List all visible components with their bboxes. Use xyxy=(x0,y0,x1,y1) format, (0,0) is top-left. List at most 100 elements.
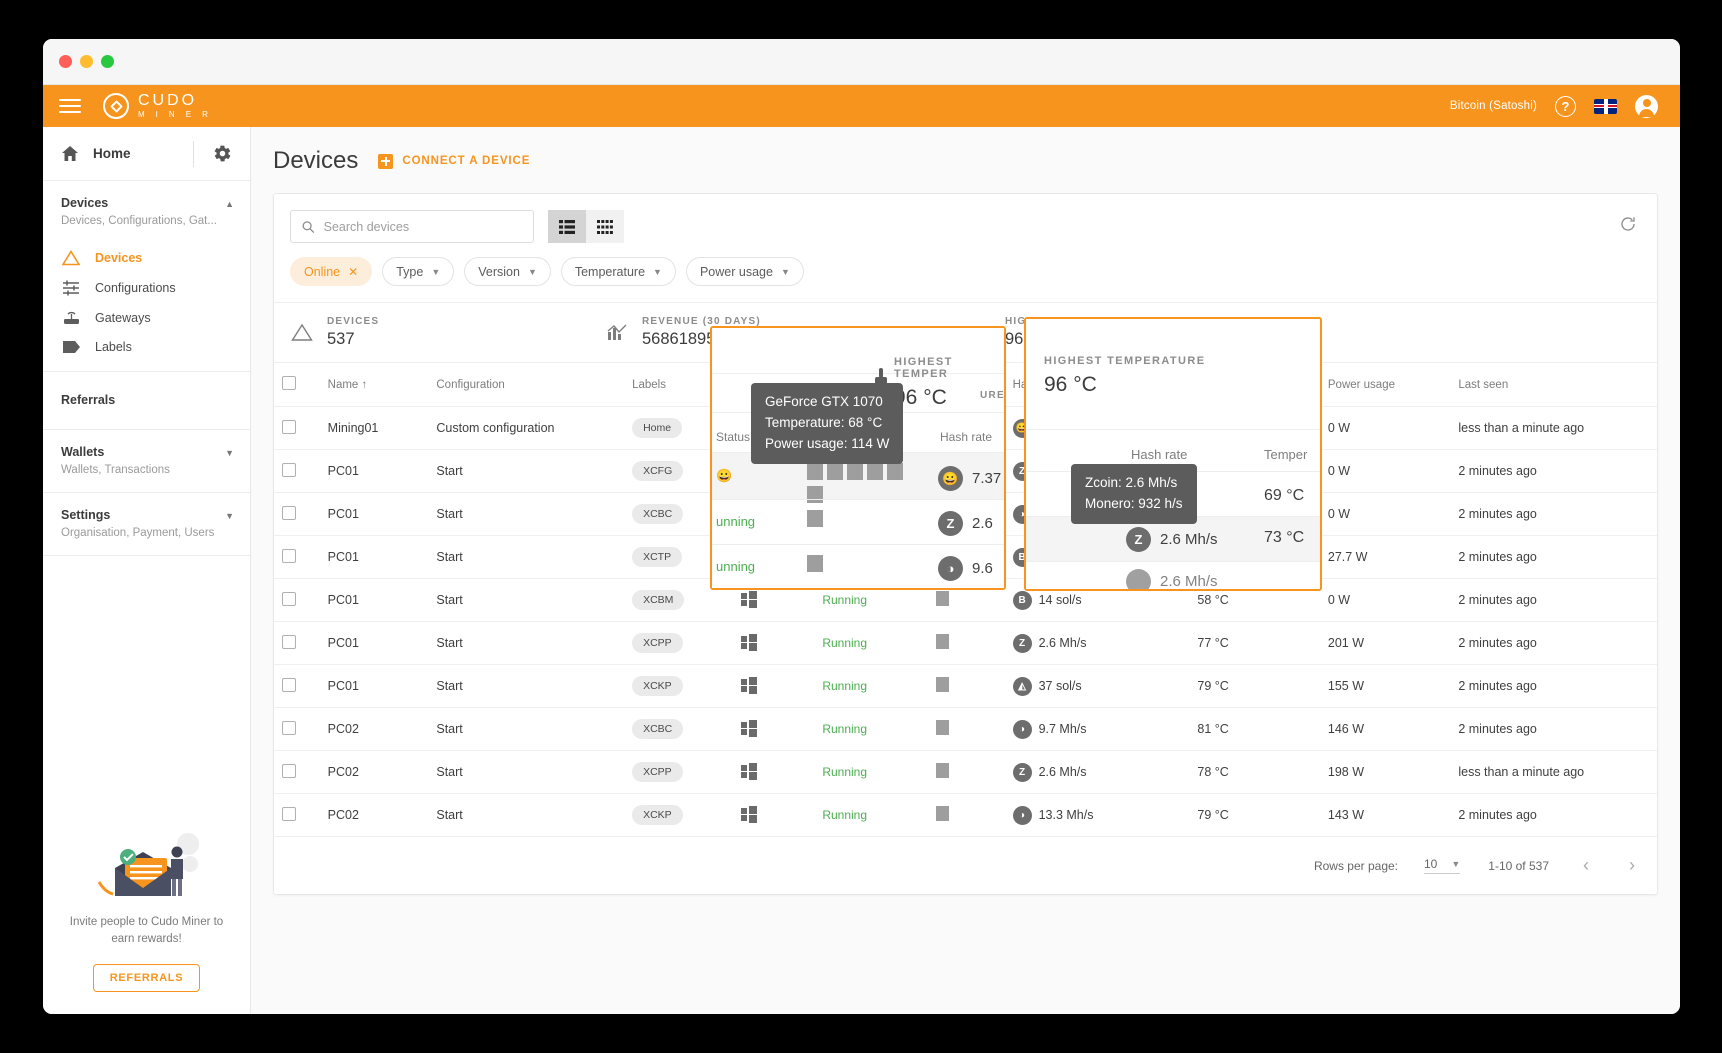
coin-icon: B xyxy=(1013,591,1032,610)
sidebar-referrals-label: Referrals xyxy=(61,392,232,409)
plus-icon xyxy=(378,154,393,169)
sort-arrow-icon: ↑ xyxy=(362,379,368,391)
gpu-tooltip-line-3: Power usage: 114 W xyxy=(765,434,889,455)
row-checkbox[interactable] xyxy=(282,807,296,821)
sidebar-item-home[interactable]: Home xyxy=(43,127,193,180)
filter-chip-power-usage[interactable]: Power usage ▼ xyxy=(686,257,804,286)
table-row[interactable]: PC02StartXCKPRunning◑13.3 Mh/s79 °C143 W… xyxy=(274,794,1657,837)
sidebar-home-label: Home xyxy=(93,146,131,161)
cell-lastseen: 2 minutes ago xyxy=(1450,708,1657,751)
table-row[interactable]: PC02StartXCBCRunning◑9.7 Mh/s81 °C146 W2… xyxy=(274,708,1657,751)
chevron-down-icon: ▼ xyxy=(1451,859,1460,869)
minimize-window-button[interactable] xyxy=(80,55,93,68)
refresh-button[interactable] xyxy=(1615,211,1641,242)
help-icon[interactable]: ? xyxy=(1555,96,1576,117)
hamburger-menu-icon[interactable] xyxy=(59,99,81,113)
sidebar-item-labels[interactable]: Labels xyxy=(43,333,250,361)
sidebar-item-configurations[interactable]: Configurations xyxy=(43,273,250,303)
row-checkbox[interactable] xyxy=(282,592,296,606)
maximize-window-button[interactable] xyxy=(101,55,114,68)
cell-power: 0 W xyxy=(1320,407,1450,450)
callout-right-hashrate-header: Hash rate xyxy=(1131,447,1187,462)
cell-type xyxy=(733,708,815,751)
chevron-up-icon[interactable]: ▲ xyxy=(225,199,234,209)
sidebar-settings-button[interactable] xyxy=(194,144,250,163)
sidebar-item-label: Labels xyxy=(95,340,132,354)
filter-chip-label: Online xyxy=(304,265,340,279)
account-icon[interactable] xyxy=(1635,95,1658,118)
row-checkbox[interactable] xyxy=(282,463,296,477)
rows-per-page-select[interactable]: 10 ▼ xyxy=(1424,857,1460,874)
chevron-down-icon[interactable]: ▼ xyxy=(225,511,234,521)
rows-per-page-label: Rows per page: xyxy=(1314,859,1398,873)
activity-block xyxy=(807,463,823,480)
cell-activity xyxy=(928,622,1004,665)
row-checkbox[interactable] xyxy=(282,420,296,434)
label-badge: XCFG xyxy=(632,461,683,481)
column-header-power[interactable]: Power usage xyxy=(1320,363,1450,407)
currency-selector[interactable]: Bitcoin (Satoshi) xyxy=(1450,100,1537,112)
list-view-button[interactable] xyxy=(548,210,586,243)
row-checkbox[interactable] xyxy=(282,678,296,692)
row-checkbox[interactable] xyxy=(282,721,296,735)
sidebar-group-wallets[interactable]: Wallets Wallets, Transactions ▼ xyxy=(43,430,250,493)
connect-a-device-button[interactable]: CONNECT A DEVICE xyxy=(378,154,530,169)
referrals-button[interactable]: REFERRALS xyxy=(93,964,201,992)
cudo-logo-icon xyxy=(103,93,129,119)
gpu-pointer-icon xyxy=(873,368,889,390)
status-badge: Running xyxy=(822,808,867,822)
filter-chips: Online ✕ Type ▼ Version ▼ Temperature ▼ xyxy=(274,243,1657,302)
cell-temperature: 79 °C xyxy=(1189,794,1319,837)
close-window-button[interactable] xyxy=(59,55,72,68)
cell-power: 0 W xyxy=(1320,450,1450,493)
activity-block xyxy=(936,634,949,649)
column-header-configuration[interactable]: Configuration xyxy=(428,363,624,407)
filter-chip-type[interactable]: Type ▼ xyxy=(382,257,454,286)
cell-configuration: Start xyxy=(428,751,624,794)
windows-icon xyxy=(741,634,757,649)
row-checkbox[interactable] xyxy=(282,764,296,778)
column-header-lastseen[interactable]: Last seen xyxy=(1450,363,1657,407)
filter-chip-online[interactable]: Online ✕ xyxy=(290,257,372,286)
column-header-name[interactable]: Name ↑ xyxy=(320,363,429,407)
label-badge: XCBM xyxy=(632,590,684,610)
select-all-checkbox[interactable] xyxy=(282,376,296,390)
cell-label: XCPP xyxy=(624,622,733,665)
cell-hashrate: Z2.6 Mh/s xyxy=(1005,622,1190,665)
table-row[interactable]: PC02StartXCPPRunningZ2.6 Mh/s78 °C198 Wl… xyxy=(274,751,1657,794)
sidebar-group-settings[interactable]: Settings Organisation, Payment, Users ▼ xyxy=(43,493,250,556)
cell-type xyxy=(733,665,815,708)
sidebar-group-subtitle: Wallets, Transactions xyxy=(61,462,225,478)
activity-block xyxy=(936,720,949,735)
uk-flag-icon[interactable] xyxy=(1594,99,1617,114)
coin-icon: Z xyxy=(1013,763,1032,782)
close-icon[interactable]: ✕ xyxy=(348,265,358,279)
coin-icon: Z xyxy=(1126,527,1151,552)
cell-temperature: 79 °C xyxy=(1189,665,1319,708)
filter-chip-temperature[interactable]: Temperature ▼ xyxy=(561,257,676,286)
table-row[interactable]: PC01StartXCPPRunningZ2.6 Mh/s77 °C201 W2… xyxy=(274,622,1657,665)
sidebar-group-devices-header[interactable]: Devices Devices, Configurations, Gat... … xyxy=(43,195,250,229)
activity-block xyxy=(807,510,823,527)
sidebar-item-devices[interactable]: Devices xyxy=(43,243,250,273)
label-badge: XCTP xyxy=(632,547,682,567)
cell-name: PC02 xyxy=(320,708,429,751)
grid-view-button[interactable] xyxy=(586,210,624,243)
row-checkbox[interactable] xyxy=(282,506,296,520)
grid-view-icon xyxy=(597,220,613,234)
search-devices-field[interactable] xyxy=(290,210,534,243)
row-checkbox[interactable] xyxy=(282,549,296,563)
previous-page-button[interactable]: ‹ xyxy=(1577,855,1595,876)
sidebar-item-gateways[interactable]: Gateways xyxy=(43,303,250,333)
filter-chip-label: Version xyxy=(478,265,520,279)
row-checkbox[interactable] xyxy=(282,635,296,649)
filter-chip-version[interactable]: Version ▼ xyxy=(464,257,551,286)
chevron-down-icon[interactable]: ▼ xyxy=(225,448,234,458)
table-row[interactable]: PC01StartXCKPRunning◭37 sol/s79 °C155 W2… xyxy=(274,665,1657,708)
status-badge: Running xyxy=(822,593,867,607)
cell-type xyxy=(733,751,815,794)
sidebar-item-referrals[interactable]: Referrals xyxy=(43,372,250,430)
next-page-button[interactable]: › xyxy=(1623,855,1641,876)
search-input[interactable] xyxy=(324,220,522,234)
referral-promo-text: Invite people to Cudo Miner to earn rewa… xyxy=(57,914,236,949)
